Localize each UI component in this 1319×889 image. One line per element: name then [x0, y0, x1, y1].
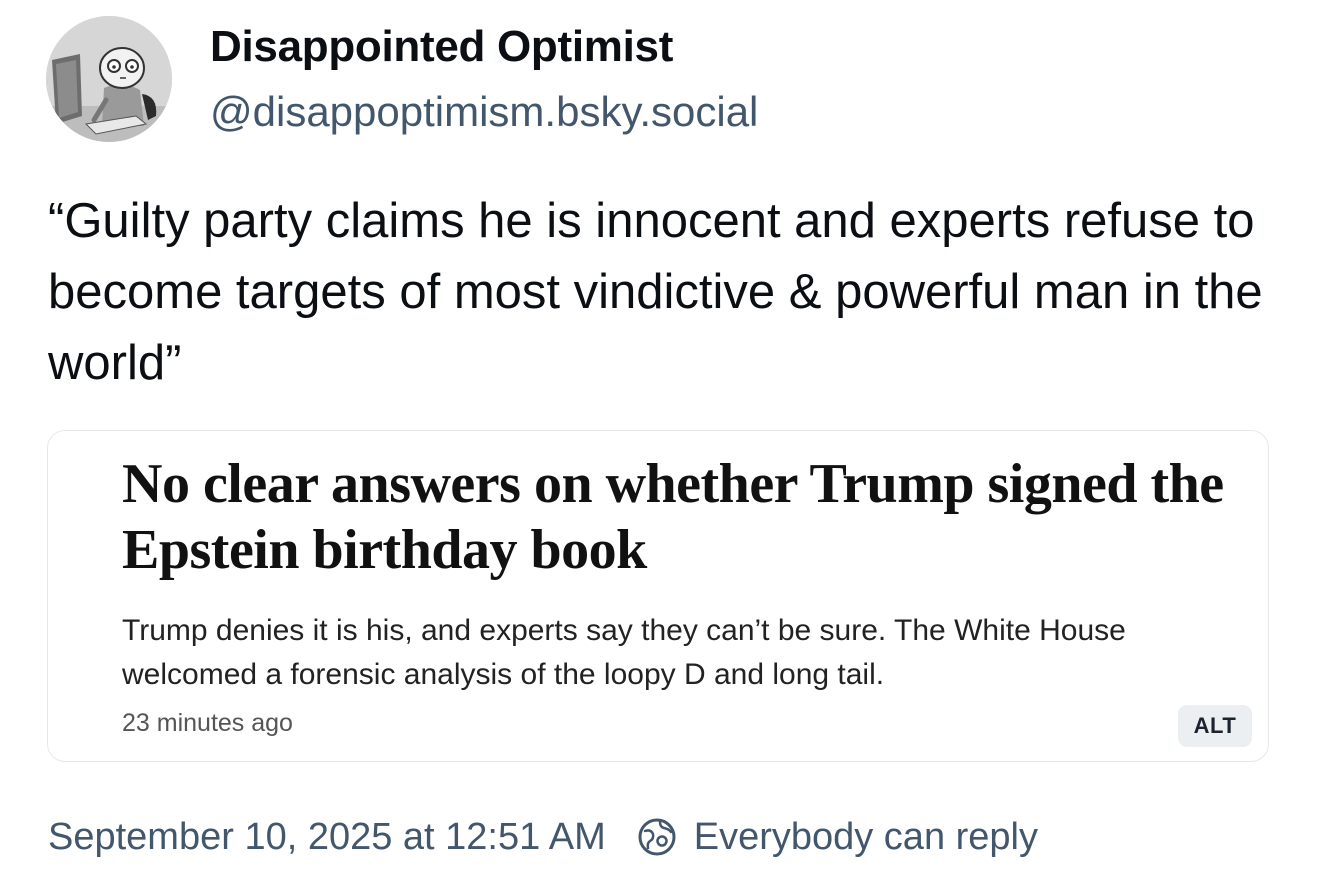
everybody-can-reply-icon	[636, 816, 678, 858]
article-headline: No clear answers on whether Trump signed…	[122, 453, 1224, 581]
article-subheadline: Trump denies it is his, and experts say …	[122, 614, 1126, 691]
article-time-ago: 23 minutes ago	[122, 709, 293, 737]
post-container: Disappointed Optimist @disappoptimism.bs…	[0, 0, 1319, 889]
post-date[interactable]: September 10, 2025 at 12:51 AM	[48, 816, 606, 859]
avatar-illustration-icon	[46, 16, 172, 142]
post-text: “Guilty party claims he is innocent and …	[48, 194, 1263, 390]
post-footer: September 10, 2025 at 12:51 AM Everybody…	[48, 812, 1038, 862]
author-display-name[interactable]: Disappointed Optimist	[210, 22, 673, 72]
author-handle[interactable]: @disappoptimism.bsky.social	[210, 88, 758, 136]
avatar[interactable]	[46, 16, 172, 142]
alt-text-button[interactable]: ALT	[1178, 705, 1252, 747]
embedded-image-card[interactable]: No clear answers on whether Trump signed…	[47, 430, 1269, 762]
reply-setting[interactable]: Everybody can reply	[694, 816, 1038, 859]
